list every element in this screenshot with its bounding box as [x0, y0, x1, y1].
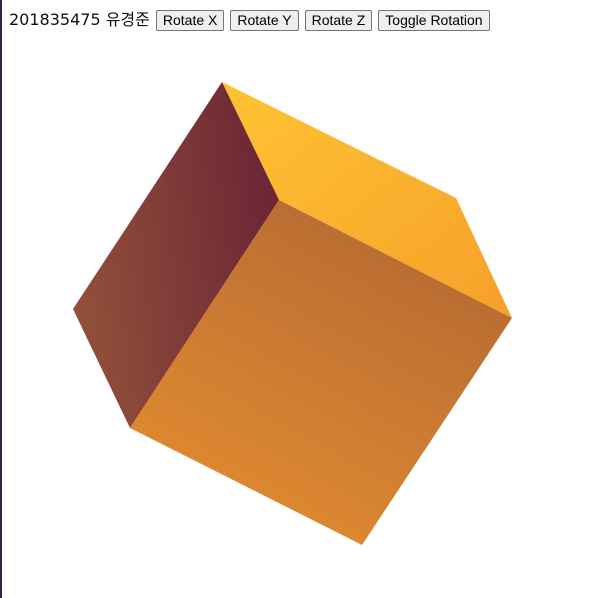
rotate-z-button[interactable]: Rotate Z — [304, 9, 373, 31]
webgl-canvas[interactable] — [0, 40, 601, 598]
cube-scene — [73, 82, 512, 545]
toggle-rotation-button[interactable]: Toggle Rotation — [378, 9, 490, 31]
toolbar: 201835475 유경준 Rotate X Rotate Y Rotate Z… — [9, 8, 496, 32]
student-label: 201835475 유경준 — [9, 10, 150, 29]
rotate-y-button[interactable]: Rotate Y — [230, 9, 299, 31]
rotate-x-button[interactable]: Rotate X — [155, 9, 225, 31]
